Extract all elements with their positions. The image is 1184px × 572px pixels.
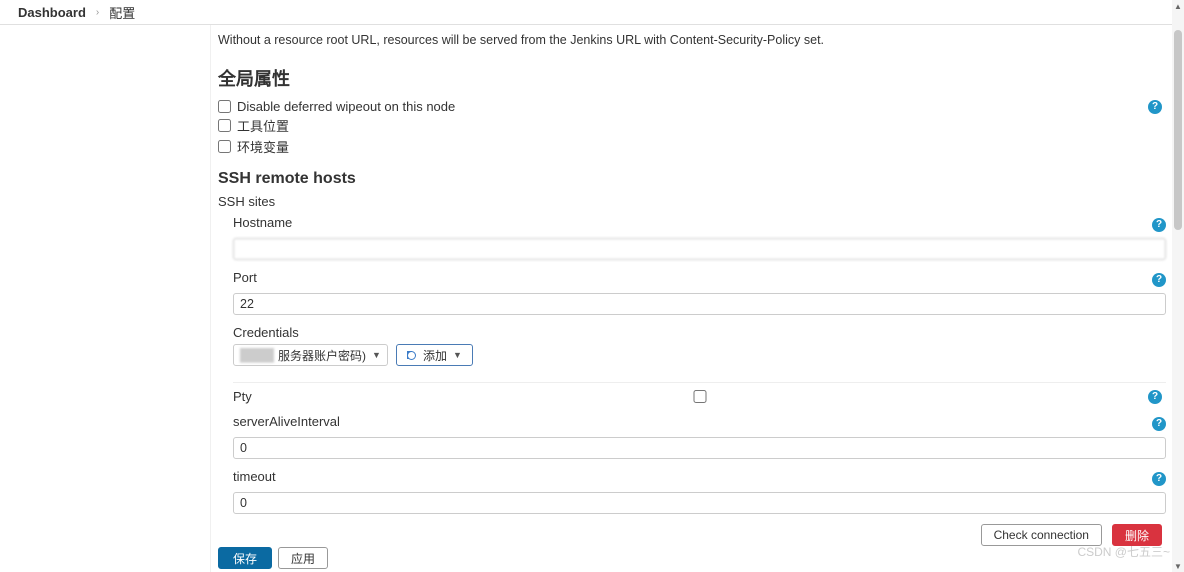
resource-root-help-text: Without a resource root URL, resources w… [218,33,1166,47]
select-credentials[interactable]: ████ 服务器账户密码) ▼ [233,344,388,366]
checkbox-row-env-vars: 环境变量 [218,137,1166,156]
add-credentials-label: 添加 [423,347,447,364]
select-credentials-text: 服务器账户密码) [278,347,366,364]
label-deferred-wipeout: Disable deferred wipeout on this node [237,99,455,114]
field-pty: Pty ? [233,382,1166,404]
input-server-alive-interval[interactable] [233,437,1166,459]
apply-button[interactable]: 应用 [278,547,328,569]
save-button[interactable]: 保存 [218,547,272,569]
add-credentials-button[interactable]: 添加 ▼ [396,344,473,366]
help-icon[interactable]: ? [1152,273,1166,287]
help-icon[interactable]: ? [1148,100,1162,114]
help-icon[interactable]: ? [1152,472,1166,486]
input-hostname[interactable] [233,238,1166,260]
scroll-thumb[interactable] [1174,30,1182,230]
help-icon[interactable]: ? [1152,218,1166,232]
key-icon [407,351,419,359]
breadcrumb-dashboard[interactable]: Dashboard [18,5,86,20]
chevron-down-icon: ▼ [372,350,381,360]
label-pty: Pty [233,389,252,404]
field-credentials: Credentials ████ 服务器账户密码) ▼ 添加 ▼ [233,325,1166,366]
input-timeout[interactable] [233,492,1166,514]
checkbox-row-tool-locations: 工具位置 [218,116,1166,135]
label-port: Port [233,270,257,285]
field-timeout: timeout ? [233,469,1166,514]
input-port[interactable] [233,293,1166,315]
delete-button[interactable]: 删除 [1112,524,1162,546]
checkbox-row-deferred-wipeout: Disable deferred wipeout on this node ? [218,99,1166,114]
label-tool-locations: 工具位置 [237,116,289,135]
check-connection-button[interactable]: Check connection [981,524,1102,546]
scroll-up-icon[interactable]: ▲ [1172,0,1184,12]
label-server-alive-interval: serverAliveInterval [233,414,340,429]
checkbox-tool-locations[interactable] [218,119,231,132]
checkbox-deferred-wipeout[interactable] [218,100,231,113]
help-icon[interactable]: ? [1152,417,1166,431]
section-title-ssh-remote-hosts: SSH remote hosts [218,170,1166,188]
label-env-vars: 环境变量 [237,137,289,156]
field-port: Port ? [233,270,1166,315]
bottom-action-bar: 保存 应用 [218,547,328,569]
scroll-down-icon[interactable]: ▼ [1172,560,1184,572]
checkbox-env-vars[interactable] [218,140,231,153]
chevron-down-icon: ▼ [453,350,462,360]
checkbox-pty[interactable] [693,390,706,403]
label-timeout: timeout [233,469,276,484]
ssh-action-row: Check connection 删除 [233,524,1166,546]
field-server-alive-interval: serverAliveInterval ? [233,414,1166,459]
section-title-global-properties: 全局属性 [218,65,1166,91]
breadcrumb-separator-icon: › [96,7,99,18]
label-ssh-sites: SSH sites [218,194,1166,209]
breadcrumb: Dashboard › 配置 [0,0,1184,25]
breadcrumb-config[interactable]: 配置 [109,3,135,22]
vertical-scrollbar[interactable]: ▲ ▼ [1172,0,1184,572]
field-hostname: Hostname ? [233,215,1166,260]
label-credentials: Credentials [233,325,1166,340]
help-icon[interactable]: ? [1148,390,1162,404]
label-hostname: Hostname [233,215,292,230]
